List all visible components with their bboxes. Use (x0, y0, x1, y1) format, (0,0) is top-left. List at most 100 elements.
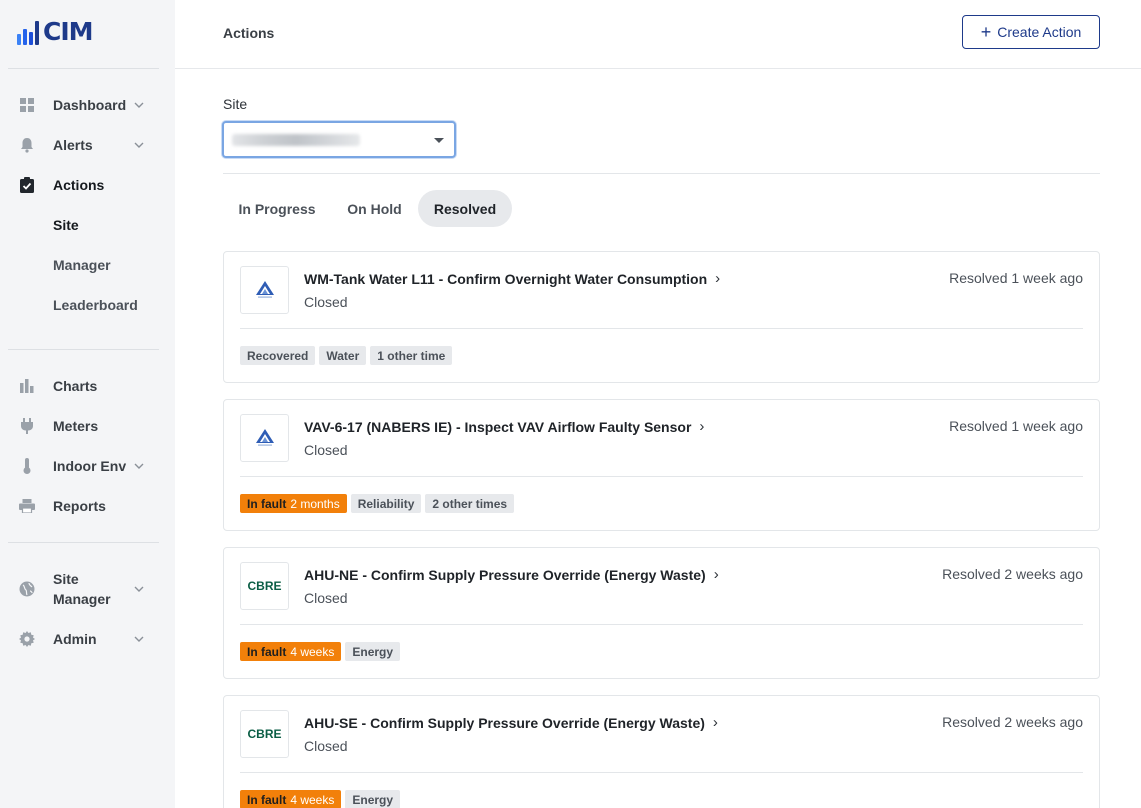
globe-icon (19, 581, 35, 597)
sidebar-item-label: Alerts (53, 137, 93, 153)
sidebar-item-dashboard[interactable]: Dashboard (0, 90, 175, 120)
cbre-logo-icon: CBRE (240, 562, 289, 610)
card-divider (240, 328, 1083, 329)
sidebar-item-label: Indoor Env (53, 458, 127, 474)
action-card[interactable]: CBRE AHU-SE - Confirm Supply Pressure Ov… (223, 695, 1100, 808)
site-filter-label: Site (223, 96, 248, 112)
tab-in-progress[interactable]: In Progress (223, 190, 331, 227)
cbre-logo-text: CBRE (247, 727, 282, 741)
action-title-link[interactable]: AHU-NE - Confirm Supply Pressure Overrid… (304, 566, 719, 583)
sidebar-item-site-manager[interactable]: Site Manager (0, 569, 175, 609)
sidebar-item-label: Meters (53, 418, 99, 434)
action-status: Closed (304, 442, 348, 458)
printer-icon (19, 498, 35, 514)
fault-duration: 2 months (290, 496, 340, 511)
tag-list: In fault 4 weeks Energy (240, 790, 401, 808)
sidebar-item-reports[interactable]: Reports (0, 491, 175, 521)
card-divider (240, 772, 1083, 773)
tag: 1 other time (370, 346, 453, 365)
sidebar-subitem-leaderboard[interactable]: Leaderboard (53, 297, 138, 313)
bell-icon (19, 137, 35, 153)
logo-bars-icon (17, 21, 39, 45)
sidebar-item-indoor-env[interactable]: Indoor Env (0, 451, 175, 481)
action-status: Closed (304, 294, 348, 310)
site-select-value-redacted (232, 134, 360, 146)
action-resolved-time: Resolved 2 weeks ago (942, 714, 1083, 730)
chevron-down-icon (134, 636, 144, 642)
action-title: AHU-SE - Confirm Supply Pressure Overrid… (304, 714, 705, 731)
sidebar-divider (8, 349, 159, 350)
tag: Recovered (240, 346, 316, 365)
dashboard-grid-icon (19, 97, 35, 113)
sidebar-subitem-site[interactable]: Site (53, 217, 79, 233)
tab-resolved[interactable]: Resolved (418, 190, 512, 227)
chevron-right-icon: › (713, 566, 719, 583)
header-bar: Actions + Create Action (175, 0, 1141, 69)
fault-duration: 4 weeks (290, 644, 335, 659)
sidebar-divider (8, 68, 159, 69)
sidebar-item-charts[interactable]: Charts (0, 371, 175, 401)
fault-label: In fault (247, 644, 287, 659)
fault-tag: In fault 4 weeks (240, 642, 342, 661)
action-title-link[interactable]: VAV-6-17 (NABERS IE) - Inspect VAV Airfl… (304, 418, 704, 435)
sidebar-subitem-manager[interactable]: Manager (53, 257, 111, 273)
create-action-label: Create Action (997, 24, 1082, 40)
tag: Energy (345, 790, 401, 808)
action-resolved-time: Resolved 1 week ago (949, 270, 1083, 286)
clipboard-check-icon (19, 177, 35, 193)
chevron-right-icon: › (715, 270, 721, 287)
page-title: Actions (223, 25, 275, 41)
site-select[interactable] (222, 121, 456, 158)
tag-list: In fault 4 weeks Energy (240, 642, 401, 661)
fault-duration: 4 weeks (290, 792, 335, 807)
thermometer-icon (19, 458, 35, 474)
sidebar-item-label: Actions (53, 177, 105, 193)
sidebar-item-label: Admin (53, 631, 97, 647)
sidebar-item-alerts[interactable]: Alerts (0, 130, 175, 160)
card-divider (240, 624, 1083, 625)
plus-icon: + (980, 22, 992, 42)
action-title-link[interactable]: WM-Tank Water L11 - Confirm Overnight Wa… (304, 270, 720, 287)
action-title: VAV-6-17 (NABERS IE) - Inspect VAV Airfl… (304, 418, 692, 435)
chevron-down-icon (134, 463, 144, 469)
fault-tag: In fault 2 months (240, 494, 347, 513)
sidebar: CIM Dashboard Alerts Actions Site Manage… (0, 0, 175, 808)
sidebar-item-actions[interactable]: Actions (0, 170, 175, 200)
sidebar-item-label-line2: Manager (53, 591, 111, 607)
sidebar-item-admin[interactable]: Admin (0, 624, 175, 654)
action-card[interactable]: WM-Tank Water L11 - Confirm Overnight Wa… (223, 251, 1100, 383)
chevron-right-icon: › (699, 418, 705, 435)
sidebar-item-label: Charts (53, 378, 98, 394)
tag-list: Recovered Water 1 other time (240, 346, 453, 365)
tag: Water (319, 346, 367, 365)
chevron-down-icon (134, 586, 144, 592)
sidebar-item-meters[interactable]: Meters (0, 411, 175, 441)
action-title: WM-Tank Water L11 - Confirm Overnight Wa… (304, 270, 708, 287)
plug-icon (19, 418, 35, 434)
action-status: Closed (304, 738, 348, 754)
cbre-logo-icon: CBRE (240, 710, 289, 758)
app-logo[interactable]: CIM (17, 17, 94, 46)
card-divider (240, 476, 1083, 477)
action-card[interactable]: CBRE AHU-NE - Confirm Supply Pressure Ov… (223, 547, 1100, 679)
chevron-down-icon (134, 142, 144, 148)
action-title-link[interactable]: AHU-SE - Confirm Supply Pressure Overrid… (304, 714, 718, 731)
tab-on-hold[interactable]: On Hold (333, 190, 416, 227)
fault-label: In fault (247, 792, 287, 807)
logo-text: CIM (43, 17, 94, 46)
tag: Energy (345, 642, 401, 661)
chevron-down-icon (134, 102, 144, 108)
fault-label: In fault (247, 496, 287, 511)
cbre-logo-text: CBRE (247, 579, 282, 593)
create-action-button[interactable]: + Create Action (962, 15, 1100, 49)
sidebar-item-label: Dashboard (53, 97, 127, 113)
chevron-right-icon: › (712, 714, 718, 731)
sidebar-item-label: Site Manager (53, 569, 111, 609)
tag: 2 other times (425, 494, 515, 513)
filter-divider (223, 173, 1100, 174)
sidebar-item-label-line1: Site (53, 571, 79, 587)
action-card[interactable]: VAV-6-17 (NABERS IE) - Inspect VAV Airfl… (223, 399, 1100, 531)
bar-chart-icon (19, 378, 35, 394)
action-title: AHU-NE - Confirm Supply Pressure Overrid… (304, 566, 706, 583)
triangle-logo-icon (240, 414, 289, 462)
